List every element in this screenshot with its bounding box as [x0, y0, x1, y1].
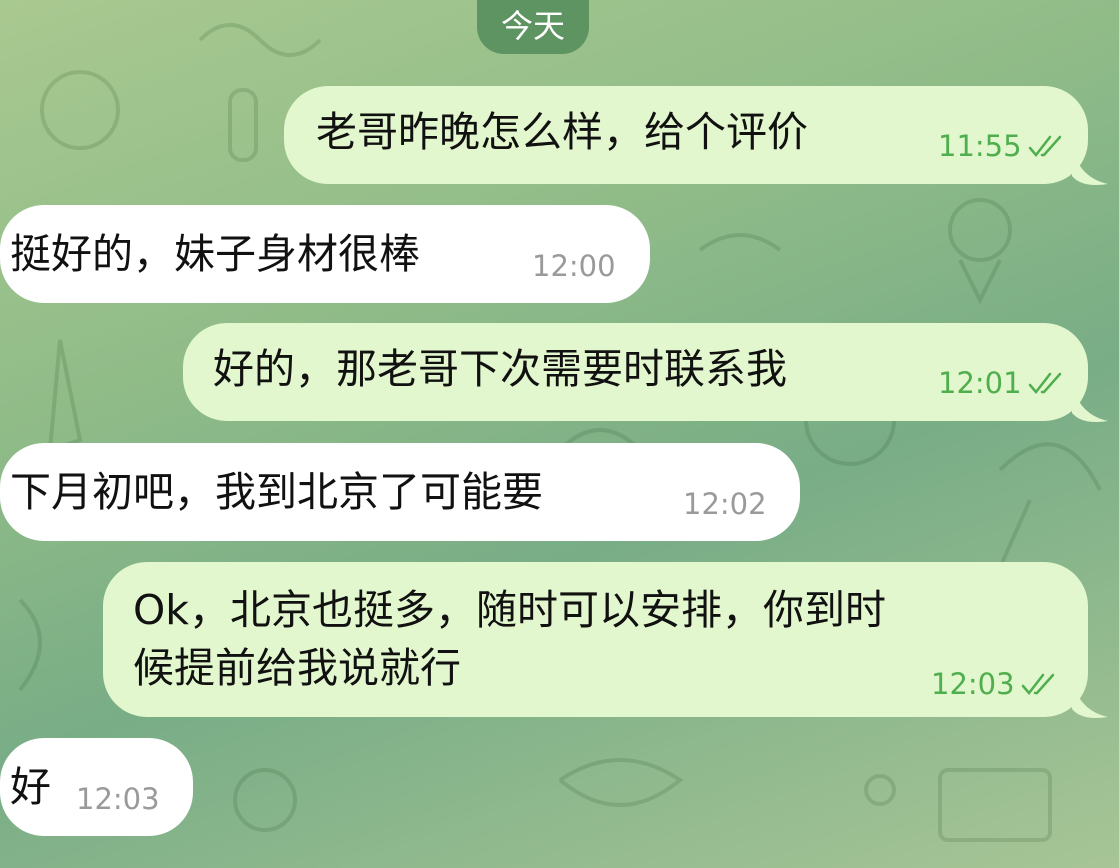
message-time: 12:01: [938, 366, 1022, 400]
message-meta: 11:55: [938, 130, 1068, 162]
message-bubble-incoming[interactable]: 挺好的，妹子身材很棒 12:00: [0, 205, 650, 303]
bubble-tail: [1072, 681, 1108, 718]
message-time: 12:03: [76, 782, 160, 816]
message-bubble-outgoing[interactable]: 老哥昨晚怎么样，给个评价 11:55: [284, 86, 1088, 184]
message-bubble-incoming[interactable]: 好 12:03: [0, 738, 193, 836]
message-bubble-outgoing[interactable]: Ok，北京也挺多，随时可以安排，你到时 候提前给我说就行 12:03: [103, 562, 1088, 717]
message-time: 11:55: [938, 129, 1022, 163]
message-text: 好: [10, 763, 51, 811]
message-meta: 12:01: [938, 367, 1068, 399]
message-text: 挺好的，妹子身材很棒: [10, 230, 420, 278]
bubble-tail: [1072, 385, 1108, 422]
message-text: 好的，那老哥下次需要时联系我: [213, 345, 787, 393]
message-bubble-incoming[interactable]: 下月初吧，我到北京了可能要 12:02: [0, 443, 800, 541]
message-time: 12:02: [683, 487, 767, 521]
double-check-icon: [1028, 372, 1061, 394]
message-meta: 12:03: [931, 668, 1061, 700]
message-text-line-1: Ok，北京也挺多，随时可以安排，你到时: [133, 586, 887, 634]
message-text-line-2: 候提前给我说就行: [133, 644, 461, 692]
date-separator: 今天: [477, 0, 589, 54]
double-check-icon: [1028, 135, 1061, 157]
message-time: 12:00: [532, 249, 616, 283]
message-text: 下月初吧，我到北京了可能要: [10, 468, 543, 516]
bubble-tail: [1072, 148, 1108, 185]
message-time: 12:03: [931, 667, 1015, 701]
message-text: 老哥昨晚怎么样，给个评价: [316, 108, 808, 156]
double-check-icon: [1021, 673, 1054, 695]
message-bubble-outgoing[interactable]: 好的，那老哥下次需要时联系我 12:01: [183, 323, 1088, 421]
